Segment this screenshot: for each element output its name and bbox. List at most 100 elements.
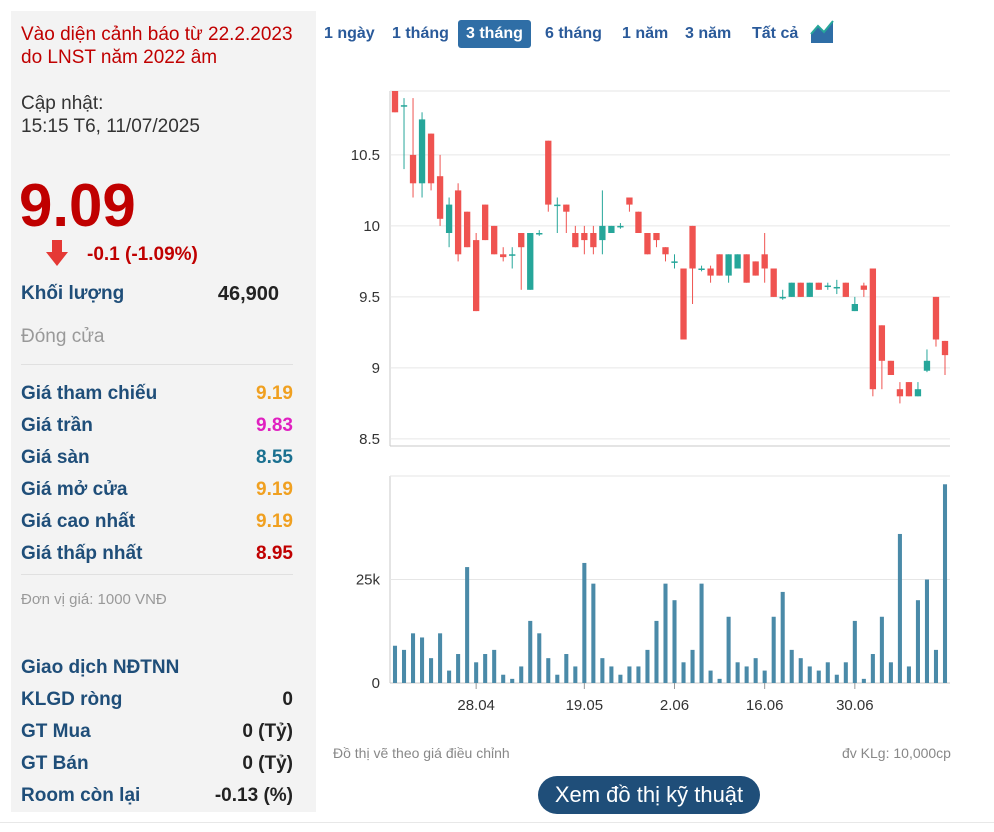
candle-body xyxy=(734,254,741,269)
candle-body xyxy=(932,296,940,340)
volume-bar xyxy=(726,616,731,683)
adjusted-note: Đồ thị vẽ theo giá điều chỉnh xyxy=(333,745,510,761)
candle-body xyxy=(716,254,723,276)
tab-period[interactable]: 1 tháng xyxy=(384,20,457,48)
price-chart: 10.5 10 9.5 9 8.5 25k 0 28.04 19.05 2.06 16.06 30.0… xyxy=(351,90,950,714)
chart-type-icon[interactable] xyxy=(810,20,834,44)
volume-bar xyxy=(897,533,902,683)
warning-text: Vào diện cảnh báo từ 22.2.2023 do LNST n… xyxy=(21,24,293,68)
x-tick-label: 28.04 xyxy=(457,697,495,714)
volume-bar xyxy=(708,670,713,683)
foreign-row-value: 0 (Tỷ) xyxy=(242,753,293,774)
volume-bar xyxy=(420,637,425,683)
y-tick-label: 9 xyxy=(372,360,380,377)
current-price: 9.09 xyxy=(19,172,136,239)
candle-body xyxy=(391,91,399,113)
volume-bar xyxy=(555,674,560,683)
candle-body xyxy=(752,261,759,276)
unit-note: Đơn vị giá: 1000 VNĐ xyxy=(21,591,167,608)
tab-period[interactable]: 3 năm xyxy=(677,20,739,48)
foreign-row-value: 0 xyxy=(282,689,293,710)
price-row-value: 8.95 xyxy=(256,543,293,564)
tab-period[interactable]: Tất cả xyxy=(744,20,806,48)
volume-bar xyxy=(762,670,767,683)
candle-body xyxy=(445,204,453,233)
volume-bar xyxy=(447,670,452,683)
volume-bar xyxy=(519,666,524,683)
candle-body xyxy=(905,382,913,397)
tab-period[interactable]: 1 năm xyxy=(614,20,676,48)
candle-body xyxy=(662,247,669,255)
price-change: -0.1 (-1.09%) xyxy=(87,244,198,265)
tab-period[interactable]: 3 tháng xyxy=(458,20,531,48)
candle-body xyxy=(545,140,552,205)
foreign-row-value: -0.13 (%) xyxy=(214,785,293,806)
volume-bar xyxy=(654,620,659,683)
volume-bar xyxy=(834,674,839,683)
candle-body xyxy=(824,285,831,288)
candle-body xyxy=(698,268,705,270)
candle-body xyxy=(418,119,426,184)
volume-bar xyxy=(753,658,758,683)
volume-bar xyxy=(483,654,488,683)
candle-body xyxy=(427,133,435,184)
candle-body xyxy=(671,261,678,263)
volume-bar xyxy=(699,583,704,683)
candle-body xyxy=(482,204,489,241)
candle-body xyxy=(707,268,714,276)
volume-bar xyxy=(852,620,857,683)
volume-bar xyxy=(645,649,650,683)
close-label: Đóng cửa xyxy=(21,326,105,347)
candle-body xyxy=(878,325,886,361)
candle-body xyxy=(851,304,858,312)
volume-bar xyxy=(438,633,443,683)
candle-body xyxy=(635,211,642,233)
candle-body xyxy=(563,204,570,212)
volume-bar xyxy=(636,666,641,683)
candle-body xyxy=(725,254,732,276)
x-tick-label: 16.06 xyxy=(746,697,784,714)
candle-body xyxy=(599,225,606,241)
candle-body xyxy=(815,282,822,290)
x-tick-label: 19.05 xyxy=(566,697,604,714)
volume-bar xyxy=(816,670,821,683)
volume-bar xyxy=(771,616,776,683)
candle-body xyxy=(409,154,417,184)
bottom-divider xyxy=(0,822,994,823)
divider xyxy=(21,364,293,365)
y-tick-label: 9.5 xyxy=(359,289,380,306)
volume-bar xyxy=(501,674,506,683)
candle-body xyxy=(779,296,786,299)
candle-body xyxy=(689,225,696,269)
candle-body xyxy=(500,254,507,258)
candle-body xyxy=(608,225,615,233)
volume-bar xyxy=(672,600,677,683)
volume-bar xyxy=(807,666,812,683)
candle-body xyxy=(860,285,868,290)
volume-label: Khối lượng xyxy=(21,283,125,304)
price-row-label: Giá sàn xyxy=(21,447,90,468)
price-row-label: Giá trần xyxy=(21,415,93,436)
price-row-label: Giá tham chiếu xyxy=(21,383,158,404)
volume-bar xyxy=(690,649,695,683)
tab-period[interactable]: 6 tháng xyxy=(537,20,610,48)
volume-bar xyxy=(825,662,830,683)
foreign-row-label: KLGD ròng xyxy=(21,689,123,710)
volume-bar xyxy=(591,583,596,683)
price-row-label: Giá thấp nhất xyxy=(21,543,143,564)
candle-body xyxy=(617,225,624,228)
candle-body xyxy=(436,176,444,219)
foreign-row-label: GT Bán xyxy=(21,753,89,774)
candle-body xyxy=(797,282,804,297)
y-tick-label: 10.5 xyxy=(351,147,380,164)
volume-bar xyxy=(933,649,939,683)
tab-period[interactable]: 1 ngày xyxy=(316,20,383,48)
price-row-label: Giá cao nhất xyxy=(21,511,136,532)
candle-body xyxy=(770,268,777,297)
volume-bar xyxy=(456,654,461,683)
candle-body xyxy=(896,389,904,397)
candle-body xyxy=(509,254,516,256)
volume-bar xyxy=(879,616,884,683)
technical-chart-button[interactable]: Xem đồ thị kỹ thuật xyxy=(538,776,760,814)
candle-body xyxy=(869,268,877,390)
